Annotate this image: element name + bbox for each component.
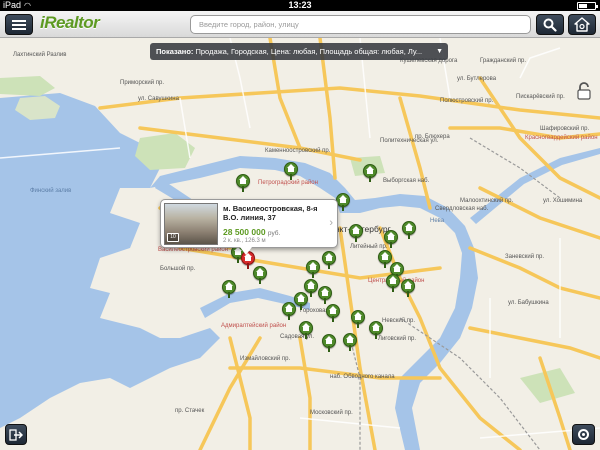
listing-pin[interactable] [369, 321, 383, 339]
map-label: Малоохтинский пр. [460, 198, 514, 204]
listing-price: 28 500 000 руб. [223, 227, 280, 237]
search-button[interactable] [536, 14, 564, 35]
listing-pin[interactable] [318, 286, 332, 304]
listing-pin[interactable] [343, 333, 357, 351]
listing-callout[interactable]: 10 м. Василеостровская, 8-я В.О. линия, … [160, 199, 338, 248]
map-label: пр. Блюхера [415, 134, 450, 140]
listing-pin[interactable] [322, 334, 336, 352]
listing-pin[interactable] [306, 260, 320, 278]
map-label: Нева [430, 218, 445, 224]
battery-icon [577, 2, 598, 10]
map-label: ул. Хошимина [543, 198, 583, 204]
map-label: Адмиралтейский район [221, 323, 287, 329]
search-input[interactable]: Введите город, район, улицу [190, 15, 531, 34]
callout-pointer [240, 247, 252, 255]
menu-icon [12, 19, 26, 30]
map-label: Пискарёвский пр. [516, 94, 565, 100]
map-label: Гражданский пр. [480, 58, 526, 64]
status-time: 13:23 [288, 0, 312, 10]
exit-button[interactable] [5, 424, 27, 445]
map-label: Измайловский пр. [240, 356, 291, 362]
menu-button[interactable] [5, 14, 33, 35]
filters-label: Показано: [156, 47, 194, 56]
listing-photo[interactable]: 10 [164, 203, 218, 245]
top-toolbar: iRealtor Введите город, район, улицу [0, 11, 600, 38]
map-label: ул. Савушкина [138, 96, 179, 102]
map-label: Заневский пр. [505, 254, 544, 260]
search-icon [543, 18, 557, 32]
listing-pin[interactable] [363, 164, 377, 182]
listing-pin[interactable] [222, 280, 236, 298]
listing-pin[interactable] [294, 292, 308, 310]
filters-value: Продажа, Городская, Цена: любая, Площадь… [195, 47, 423, 56]
map-label: Каменноостровский пр. [265, 148, 331, 154]
map-label: Приморский пр. [120, 80, 165, 86]
lock-button[interactable] [576, 82, 592, 100]
map-label: Большой пр. [160, 266, 196, 272]
map-label: Московский пр. [310, 410, 353, 416]
map-label: Полюстровский пр. [440, 98, 494, 104]
price-value: 28 500 000 [223, 227, 266, 237]
map-label: Свердловская наб. [435, 206, 489, 212]
home-gear-icon [574, 17, 590, 32]
photo-count: 10 [167, 233, 179, 242]
listing-pin[interactable] [236, 174, 250, 192]
map-label: ул. Бабушкина [508, 300, 549, 306]
map-label: Петроградский район [258, 180, 318, 186]
my-location-button[interactable] [572, 424, 595, 445]
listing-pin[interactable] [401, 279, 415, 297]
home-location-button[interactable] [568, 14, 596, 35]
listing-pin[interactable] [253, 266, 267, 284]
map-label: пр. Стачек [175, 408, 205, 414]
listing-pin[interactable] [284, 162, 298, 180]
map-label: Красногвардейский район [525, 135, 598, 141]
lock-icon [577, 82, 591, 100]
listing-pin[interactable] [322, 251, 336, 269]
map-label: Лиговский пр. [378, 336, 417, 342]
chevron-down-icon: ▼ [436, 48, 443, 55]
status-bar: iPad ◠ 13:23 [0, 0, 600, 11]
map-label: Выборгская наб. [383, 178, 430, 184]
listing-pin[interactable] [326, 304, 340, 322]
app-logo: iRealtor [40, 13, 100, 32]
listing-pin[interactable] [386, 274, 400, 292]
map-label: Шафировский пр. [540, 126, 590, 132]
battery-level [579, 4, 588, 8]
listing-pin[interactable] [384, 230, 398, 248]
exit-icon [9, 429, 24, 441]
map-label: наб. Обводного канала [330, 374, 395, 380]
listing-pin[interactable] [336, 193, 350, 211]
price-currency: руб. [267, 230, 281, 237]
listing-pin[interactable] [299, 321, 313, 339]
active-filters-bar[interactable]: Показано: Продажа, Городская, Цена: люба… [150, 43, 448, 60]
listing-pin[interactable] [402, 221, 416, 239]
map-label: Лахтинский Разлив [13, 52, 67, 58]
listing-details: 2 к. кв., 126.3 м [223, 238, 266, 244]
listing-pin[interactable] [351, 310, 365, 328]
listing-pin[interactable] [282, 302, 296, 320]
map-label: Финский залив [30, 188, 72, 194]
map-label: ул. Бутлерова [457, 76, 497, 82]
listing-pin[interactable] [349, 224, 363, 242]
map-label: Невский пр. [382, 318, 416, 324]
listing-address: м. Василеостровская, 8-я В.О. линия, 37 [223, 204, 318, 222]
chevron-right-icon[interactable]: › [329, 217, 333, 229]
